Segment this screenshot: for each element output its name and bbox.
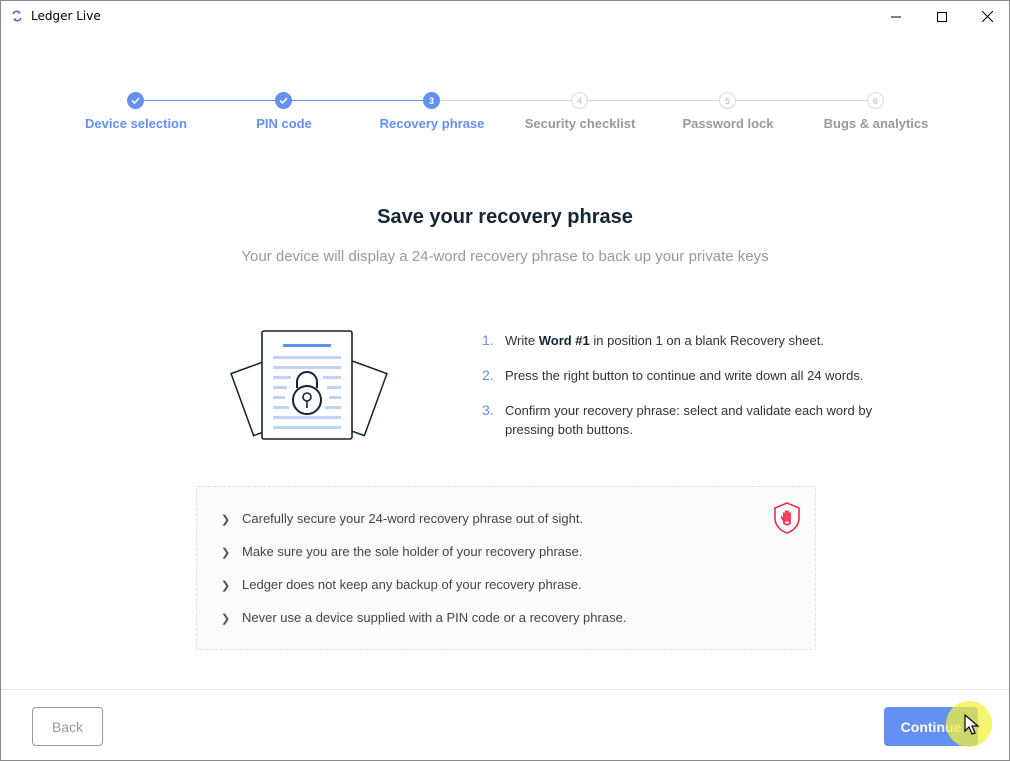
onboarding-stepper: 3 4 5 6 Device selection PIN code Recove… <box>1 89 1009 139</box>
instruction-text: Confirm your recovery phrase: select and… <box>505 403 873 437</box>
window-title: Ledger Live <box>31 9 101 23</box>
step-label-bugs-analytics: Bugs & analytics <box>823 116 929 131</box>
chevron-right-icon: ❯ <box>221 514 231 526</box>
step-2-check-icon <box>275 92 292 109</box>
minimize-icon <box>891 16 901 17</box>
instruction-item: 3. Confirm your recovery phrase: select … <box>482 401 912 439</box>
stepper-connector <box>580 100 728 101</box>
step-label-recovery-phrase: Recovery phrase <box>379 116 485 131</box>
step-label-pin-code: PIN code <box>256 116 312 131</box>
page-title: Save your recovery phrase <box>377 206 633 228</box>
step-1-check-icon <box>127 92 144 109</box>
minimize-button[interactable] <box>873 1 919 32</box>
instruction-item: 2. Press the right button to continue an… <box>482 366 912 385</box>
step-label-security-checklist: Security checklist <box>524 116 636 131</box>
stepper-connector <box>728 100 876 101</box>
warning-text: Carefully secure your 24-word recovery p… <box>242 511 584 526</box>
instruction-text: Press the right button to continue and w… <box>505 368 864 383</box>
step-label-password-lock: Password lock <box>682 116 774 131</box>
recovery-sheet-lock-icon <box>230 330 388 440</box>
instruction-number: 2. <box>482 367 494 383</box>
back-button[interactable]: Back <box>32 707 103 746</box>
chevron-right-icon: ❯ <box>221 547 231 559</box>
shield-hand-icon <box>774 502 800 534</box>
instruction-text: in position 1 on a blank Recovery sheet. <box>589 333 824 348</box>
step-4-number: 4 <box>571 92 588 109</box>
step-6-number: 6 <box>867 92 884 109</box>
warning-item: ❯ Make sure you are the sole holder of yo… <box>221 544 582 559</box>
close-button[interactable] <box>964 1 1010 32</box>
title-bar[interactable]: Ledger Live <box>1 1 1009 32</box>
warning-item: ❯ Ledger does not keep any backup of your… <box>221 577 582 592</box>
warning-text: Never use a device supplied with a PIN c… <box>242 610 627 625</box>
instruction-item: 1. Write Word #1 in position 1 on a blan… <box>482 331 912 350</box>
chevron-right-icon: ❯ <box>221 580 231 592</box>
stepper-connector <box>432 100 580 101</box>
ledger-logo-icon <box>12 10 22 22</box>
stepper-connector <box>136 100 284 101</box>
instructions-list: 1. Write Word #1 in position 1 on a blan… <box>482 331 912 455</box>
step-label-device-selection: Device selection <box>85 116 187 131</box>
security-warning-box: ❯ Carefully secure your 24-word recovery … <box>196 486 816 650</box>
warning-item: ❯ Never use a device supplied with a PIN … <box>221 610 626 625</box>
close-icon <box>981 11 993 22</box>
instruction-number: 3. <box>482 402 494 418</box>
warning-text: Ledger does not keep any backup of your … <box>242 577 582 592</box>
step-3-number: 3 <box>423 92 440 109</box>
maximize-button[interactable] <box>919 1 965 32</box>
warning-text: Make sure you are the sole holder of you… <box>242 544 583 559</box>
app-window: Ledger Live 3 4 5 6 Device selection PIN… <box>0 0 1010 761</box>
instruction-text: Write <box>505 333 539 348</box>
page-subtitle: Your device will display a 24-word recov… <box>241 248 769 265</box>
chevron-right-icon: ❯ <box>221 613 231 625</box>
instruction-number: 1. <box>482 332 494 348</box>
footer-bar: Back Continue <box>1 689 1009 761</box>
stepper-connector <box>284 100 432 101</box>
warning-item: ❯ Carefully secure your 24-word recovery … <box>221 511 583 526</box>
step-5-number: 5 <box>719 92 736 109</box>
maximize-icon <box>937 11 947 22</box>
mouse-cursor-icon <box>964 714 980 735</box>
instruction-bold-text: Word #1 <box>538 333 590 348</box>
